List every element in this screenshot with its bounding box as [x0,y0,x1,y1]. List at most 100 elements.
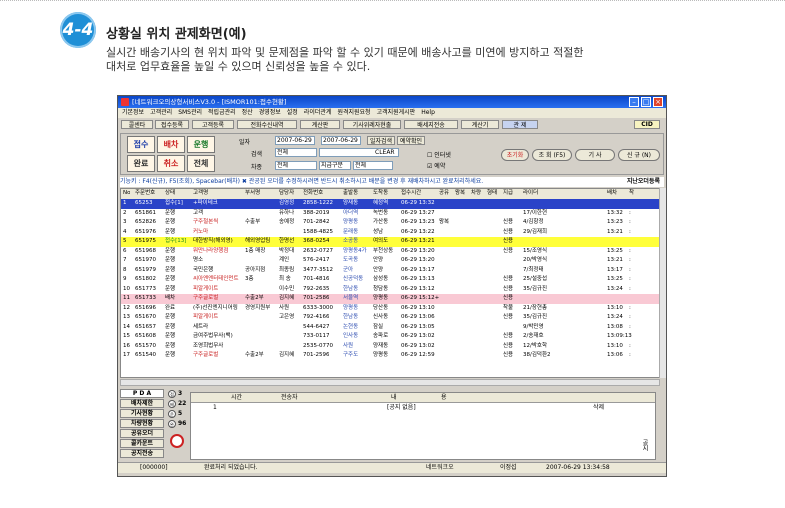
minimize-icon[interactable]: – [629,97,639,107]
toolbar-driver-button[interactable]: 기사위례자현출 [343,120,401,129]
clear-button[interactable]: CLEAR [375,149,395,156]
table-header-cell[interactable]: No [123,189,130,199]
table-row[interactable]: 2 651861 운행 고객 유하나 388-2019 아더역 녹번동 06-29 13:27 1… [121,209,659,219]
table-row[interactable]: 4 651976 운행 커노마 1588-4825 문래동 성남 06-29 13:22 신용 2… [121,228,659,238]
menu-item[interactable]: 경영정보 [259,109,281,116]
table-row[interactable]: 5 651975 접수[13] 대한방직(해외영) 해외영업팀 한명선 368-0254 소공… [121,237,659,247]
toolbar-calc-board-button[interactable]: 계산판 [300,120,340,129]
table-row[interactable]: 3 652826 운행 구주철본씩 수출부 송예정 701-2842 양평동 가산동 06-29 … [121,218,659,228]
lookup-button[interactable]: 조 회 (F5) [532,149,572,161]
table-header-cell[interactable]: 고객명 [193,189,208,199]
menu-item[interactable]: 정산 [242,109,253,116]
table-cell: : [629,352,631,358]
status-cancel-button[interactable]: 취소 [157,155,185,172]
table-row[interactable]: 8 651979 운행 국민은행 공아지점 최종림 3477-3512 군아 안양 06-29 1… [121,266,659,276]
shared-order-button[interactable]: 공유오더 [120,429,164,438]
notice-delete-button[interactable]: 삭제 [593,403,604,412]
table-row[interactable]: 17 651540 운행 구주글로벌 수출2부 김지혜 701-2596 구주도 양평동 06-2… [121,351,659,361]
table-vertical-scrollbar[interactable] [659,188,666,378]
table-header-cell[interactable]: 부서명 [245,189,260,199]
pda-button[interactable]: P D A [120,389,164,398]
maximize-icon[interactable]: □ [641,97,651,107]
menu-item[interactable]: 기본정보 [122,109,144,116]
internet-checkbox[interactable]: ☐ 인터넷 [427,150,451,159]
table-row[interactable]: 12 651696 완료 (주)선진엔지니어링 경영지원부 사원 6333-3000 양평동 당… [121,304,659,314]
past-order-register-button[interactable]: 지난오더등록 [627,177,660,187]
dispatch-limit-button[interactable]: 배차제한 [120,399,164,408]
reservation-checkbox-label: 예약 [434,163,446,170]
reset-button[interactable]: 초기화 [501,149,529,161]
table-header-cell[interactable]: 도착동 [373,189,388,199]
table-row[interactable]: 11 651733 배차 구주글로벌 수출2부 김지혜 701-2586 서울역 양평동 06-2… [121,294,659,304]
table-row[interactable]: 6 651968 운행 뭐만나라양행점 1층 매장 박정대 2632-0727 양평동4가 부천… [121,247,659,257]
table-row[interactable]: 9 651802 운행 씨아엔엔터테인먼트 3층 최 송 701-4816 신공덕동 삼성동 06… [121,275,659,285]
status-all-button[interactable]: 전체 [187,155,215,172]
toolbar-calculator-button[interactable]: 계산기 [461,120,499,129]
new-order-button[interactable]: 신 규 (N) [618,149,660,161]
status-accept-button[interactable]: 접수 [127,136,155,153]
table-cell: 군아 [343,266,354,273]
menu-item[interactable]: 적립금관리 [208,109,236,116]
table-header-cell[interactable]: 착 [629,189,634,199]
date-from-input[interactable]: 2007-06-29 [275,136,315,145]
table-row[interactable]: 16 651570 운행 조영희법무사 2535-0770 사원 양재동 06-29 13:0… [121,342,659,352]
table-cell: 368-0254 [303,238,330,244]
status-drive-button[interactable]: 운행 [187,136,215,153]
table-header-cell[interactable]: 접수시간 [401,189,421,199]
table-cell: 금여주법무사(백) [193,333,233,339]
table-horizontal-scrollbar[interactable] [120,379,660,386]
notice-send-button[interactable]: 공지전송 [120,449,164,458]
menu-item[interactable]: 고객지원게시판 [377,109,416,116]
table-header-cell[interactable]: 형태 [487,189,497,199]
table-header-cell[interactable]: 담당자 [279,189,294,199]
status-dispatch-button[interactable]: 배차 [157,136,185,153]
toolbar-customer-register-button[interactable]: 고객등록 [192,120,234,129]
status-done-button[interactable]: 완료 [127,155,155,172]
table-header-cell[interactable]: 차량 [471,189,481,199]
table-row[interactable]: 13 651670 운행 피알게이트 고은영 792-4166 한남동 신사동 06-29 13… [121,313,659,323]
table-row[interactable]: 1 65253 접수[1] +파이테크 김영정 2858-1222 양재동 혜정역 06-29 … [121,199,659,209]
toolbar-call-history-button[interactable]: 전화수신내역 [237,120,297,129]
table-cell: 13:24 [607,285,623,292]
table-header-cell[interactable]: 출발동 [343,189,358,199]
search-select[interactable]: 전체 [275,148,317,157]
date-to-input[interactable]: 2007-06-29 [321,136,361,145]
table-row[interactable]: 15 651608 운행 금여주법무사(백) 733-0117 인사동 송파로 06-29 1… [121,332,659,342]
toolbar-order-register-button[interactable]: 접수등록 [155,120,189,129]
table-row[interactable]: 7 651970 운행 명소 계인 576-2417 도곡동 안양 06-29 13:20 20/… [121,256,659,266]
toolbar-callcenter-button[interactable]: 콜센타 [121,120,153,129]
menu-item[interactable]: Help [421,109,435,116]
table-cell: 아더역 [343,209,359,216]
toolbar-control-button[interactable]: 관 제 [502,120,538,129]
payment-type-select[interactable]: 전체 [353,161,393,170]
car-type-select[interactable]: 전체 [275,161,317,170]
table-header-cell[interactable]: 상태 [165,189,175,199]
reservation-checkbox[interactable]: ☑ 예약 [427,161,445,170]
table-header-cell[interactable]: 왕복 [455,189,465,199]
menu-item[interactable]: SMS관리 [178,109,202,116]
notice-row[interactable]: 1 [공지 없음] 삭제 [191,403,655,412]
driver-button[interactable]: 기 사 [575,149,615,161]
call-count-button[interactable]: 콜카운트 [120,439,164,448]
table-row[interactable]: 14 651657 운행 세트라 544-6427 논현동 잠실 06-29 13:05 9/박… [121,323,659,333]
no-entry-icon[interactable] [170,434,184,448]
menu-item[interactable]: 라이더관계 [304,109,332,116]
table-header-cell[interactable]: 주문번호 [135,189,155,199]
table-header-cell[interactable]: 전화번호 [303,189,323,199]
menu-item[interactable]: 설정 [287,109,298,116]
menu-item[interactable]: 고객관리 [150,109,172,116]
table-row[interactable]: 10 651773 운행 피알게이트 이수민 792-2635 한남동 청담동 06-29 13… [121,285,659,295]
table-header-cell[interactable]: 공유 [439,189,449,199]
driver-status-button[interactable]: 기사현황 [120,409,164,418]
toolbar-dispatch-send-button[interactable]: 배세지전송 [404,120,458,129]
table-header-cell[interactable]: 지급 [503,189,513,199]
vehicle-status-button[interactable]: 차량현황 [120,419,164,428]
reservation-check-button[interactable]: 예약확인 [397,136,425,145]
table-cell: 13:06 [607,352,623,358]
close-icon[interactable]: × [653,97,663,107]
table-header-cell[interactable]: 배차 [607,189,617,199]
table-header-cell[interactable]: 라이더 [523,189,538,199]
date-search-button[interactable]: 일자검색 [367,136,395,145]
notice-col-sender: 전송자 [281,394,298,401]
menu-item[interactable]: 원격지원요청 [337,109,370,116]
